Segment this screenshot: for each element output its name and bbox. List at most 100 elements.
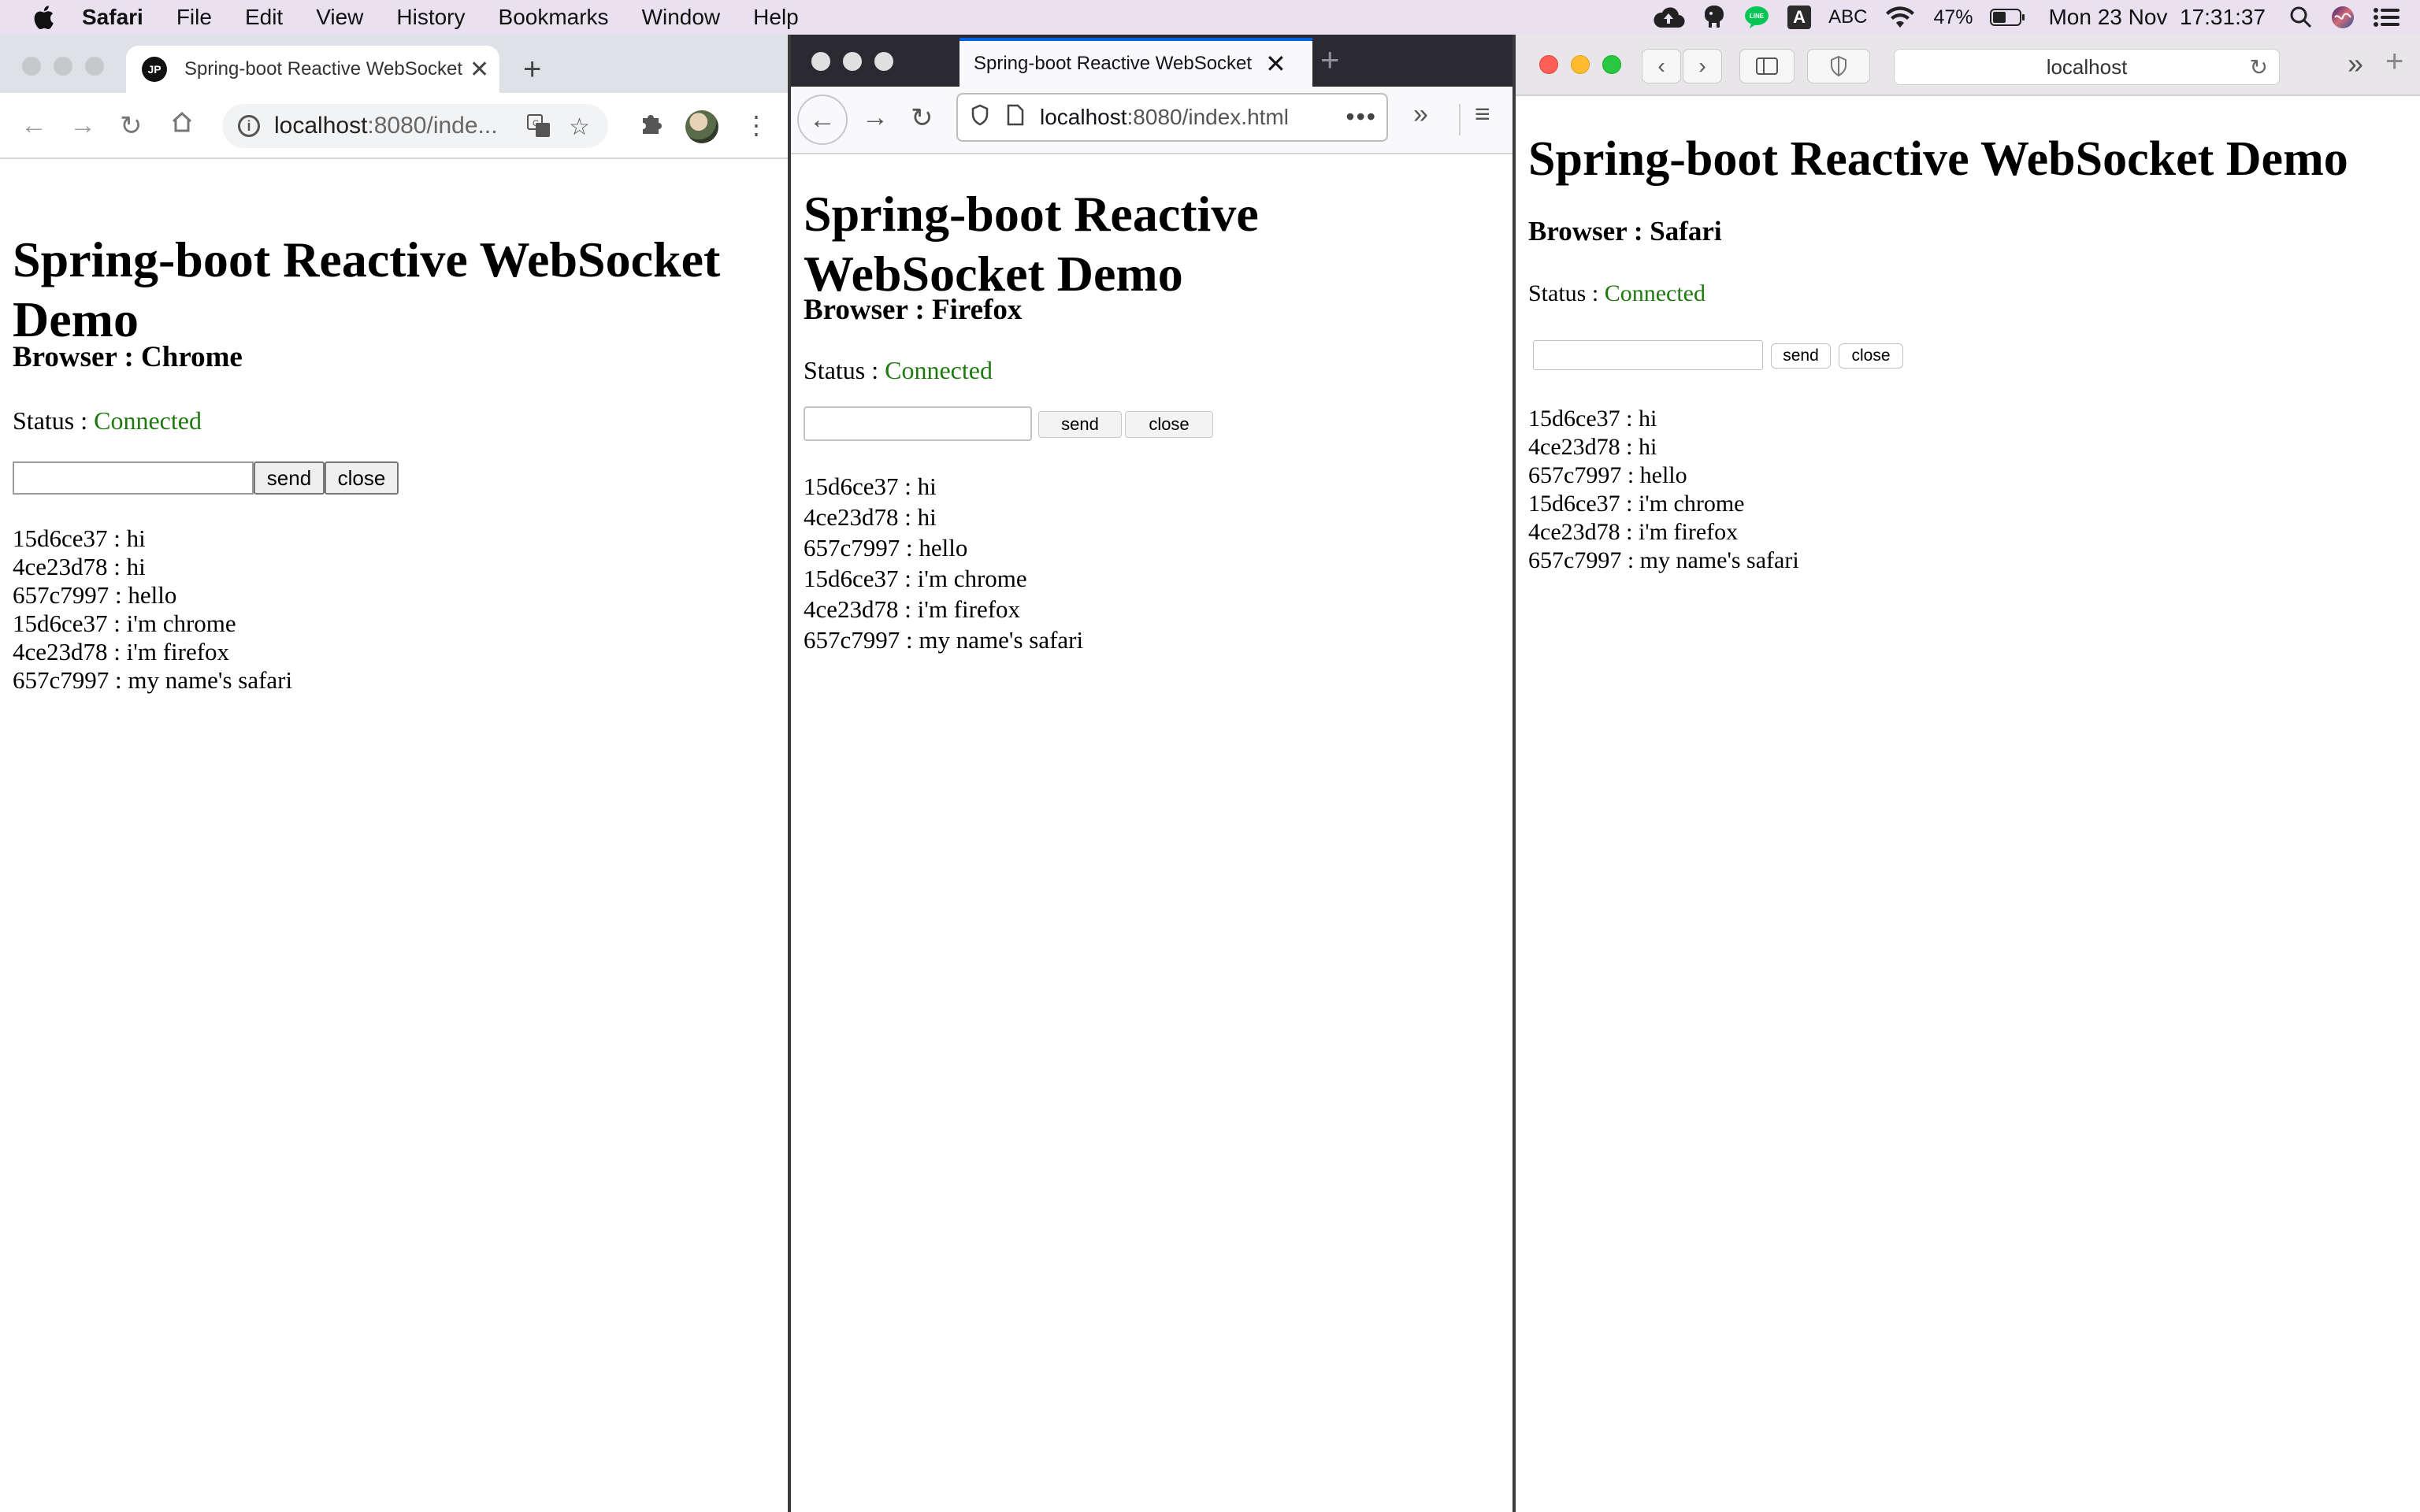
- message-item: 4ce23d78 : hi: [1528, 434, 1657, 460]
- safari-overflow-chevron-icon[interactable]: »: [2348, 47, 2363, 80]
- extensions-puzzle-icon[interactable]: [638, 110, 663, 142]
- safari-back-icon[interactable]: ‹: [1642, 49, 1681, 83]
- firefox-reload-icon[interactable]: ↻: [911, 102, 933, 134]
- chrome-reload-icon[interactable]: ↻: [120, 110, 143, 142]
- menu-file[interactable]: File: [176, 5, 212, 30]
- clock[interactable]: Mon 23 Nov 17:31:37: [2048, 5, 2266, 30]
- send-button[interactable]: send: [254, 461, 325, 495]
- chrome-url-rest: :8080/inde...: [367, 113, 498, 139]
- message-item: 4ce23d78 : hi: [13, 553, 146, 580]
- safari-zoom-window-button[interactable]: [1602, 55, 1621, 74]
- firefox-back-icon[interactable]: ←: [797, 94, 848, 145]
- firefox-overflow-chevron-icon[interactable]: »: [1413, 99, 1428, 130]
- send-button[interactable]: send: [1038, 411, 1122, 438]
- site-info-icon[interactable]: i: [238, 115, 260, 137]
- safari-privacy-shield-icon[interactable]: [1807, 49, 1870, 83]
- safari-minimize-window-button[interactable]: [1571, 55, 1590, 74]
- battery-icon[interactable]: [1990, 8, 2026, 27]
- svg-text:G: G: [533, 119, 540, 128]
- chrome-home-icon[interactable]: [170, 110, 194, 141]
- toolbar-separator: [1459, 104, 1461, 135]
- apple-logo-icon[interactable]: [32, 5, 55, 30]
- message-item: 657c7997 : hello: [13, 581, 177, 609]
- message-item: 15d6ce37 : hi: [804, 472, 937, 500]
- browser-label: Browser : Chrome: [13, 341, 243, 373]
- page-actions-icon[interactable]: •••: [1345, 102, 1377, 132]
- message-item: 15d6ce37 : i'm chrome: [13, 610, 236, 637]
- firefox-zoom-window-button[interactable]: [874, 52, 893, 71]
- input-source-label[interactable]: ABC: [1828, 6, 1867, 28]
- firefox-hamburger-menu-icon[interactable]: ≡: [1475, 99, 1490, 130]
- close-button[interactable]: close: [325, 461, 399, 495]
- chrome-forward-icon[interactable]: →: [69, 110, 96, 141]
- chrome-new-tab-button[interactable]: +: [523, 52, 541, 87]
- safari-window-controls: [1539, 55, 1621, 74]
- chrome-zoom-window-button[interactable]: [85, 57, 104, 76]
- status-value: Connected: [1604, 280, 1706, 306]
- tracking-shield-icon[interactable]: [971, 104, 989, 132]
- message-input[interactable]: [804, 406, 1032, 441]
- wifi-icon[interactable]: [1884, 6, 1916, 29]
- firefox-url-rest: :8080/index.html: [1126, 105, 1289, 129]
- message-list: 15d6ce37 : hi 4ce23d78 : hi 657c7997 : h…: [13, 524, 292, 695]
- chrome-address-bar[interactable]: i localhost:8080/inde... G ☆: [222, 104, 608, 148]
- firefox-close-window-button[interactable]: [811, 52, 830, 71]
- message-input[interactable]: [1533, 340, 1763, 370]
- bookmark-star-icon[interactable]: ☆: [569, 113, 590, 141]
- page-info-icon[interactable]: [1007, 104, 1024, 132]
- firefox-new-tab-button[interactable]: +: [1320, 41, 1340, 79]
- spotlight-search-icon[interactable]: [2289, 6, 2313, 29]
- firefox-active-tab[interactable]: Spring-boot Reactive WebSocket ✕: [959, 38, 1312, 87]
- chrome-minimize-window-button[interactable]: [54, 57, 72, 76]
- message-item: 4ce23d78 : i'm firefox: [804, 595, 1021, 623]
- postgres-elephant-icon[interactable]: [1702, 4, 1726, 31]
- profile-avatar[interactable]: [685, 110, 718, 143]
- menu-edit[interactable]: Edit: [245, 5, 283, 30]
- chrome-toolbar: ← → ↻ i localhost:8080/inde... G ☆ ⋮: [0, 93, 788, 159]
- safari-new-tab-button[interactable]: +: [2385, 44, 2403, 80]
- line-app-icon[interactable]: LINE: [1743, 5, 1770, 30]
- chrome-menu-kebab-icon[interactable]: ⋮: [744, 110, 769, 140]
- safari-url: localhost: [2046, 54, 2128, 79]
- chrome-url-host: localhost: [274, 113, 368, 139]
- chrome-back-icon[interactable]: ←: [20, 110, 47, 141]
- send-button[interactable]: send: [1771, 343, 1831, 369]
- chrome-url: localhost:8080/inde...: [274, 113, 498, 139]
- menu-app-name[interactable]: Safari: [82, 5, 143, 30]
- status-line: Status : Connected: [804, 356, 993, 385]
- message-input[interactable]: [13, 461, 254, 495]
- status-line: Status : Connected: [13, 406, 202, 435]
- siri-icon[interactable]: [2330, 5, 2355, 30]
- macos-menu-bar: Safari File Edit View History Bookmarks …: [0, 0, 2420, 35]
- menu-view[interactable]: View: [316, 5, 363, 30]
- message-item: 657c7997 : my name's safari: [804, 626, 1084, 654]
- control-center-icon[interactable]: [2373, 6, 2401, 28]
- firefox-minimize-window-button[interactable]: [843, 52, 862, 71]
- input-source-a-icon[interactable]: A: [1787, 6, 1812, 29]
- message-list: 15d6ce37 : hi 4ce23d78 : hi 657c7997 : h…: [1528, 405, 1799, 575]
- menu-bookmarks[interactable]: Bookmarks: [499, 5, 609, 30]
- page-title: Spring-boot Reactive WebSocket Demo: [804, 186, 1259, 302]
- cloud-upload-icon[interactable]: [1652, 6, 1685, 29]
- menu-window[interactable]: Window: [642, 5, 721, 30]
- firefox-address-bar[interactable]: localhost:8080/index.html •••: [956, 93, 1388, 142]
- chrome-tab-title: Spring-boot Reactive WebSocket Demo: [184, 58, 463, 80]
- close-button[interactable]: close: [1839, 343, 1903, 369]
- menu-help[interactable]: Help: [753, 5, 799, 30]
- close-button[interactable]: close: [1125, 411, 1213, 438]
- menu-history[interactable]: History: [396, 5, 465, 30]
- safari-address-bar[interactable]: localhost ↻: [1894, 49, 2280, 85]
- safari-toolbar: ‹ › localhost ↻ » +: [1516, 35, 2420, 96]
- chrome-close-window-button[interactable]: [22, 57, 41, 76]
- safari-sidebar-icon[interactable]: [1739, 49, 1795, 83]
- safari-reload-icon[interactable]: ↻: [2250, 54, 2268, 80]
- safari-close-window-button[interactable]: [1539, 55, 1558, 74]
- tab-favicon: JP: [142, 57, 167, 82]
- chrome-tab-close-icon[interactable]: ✕: [470, 56, 489, 83]
- chrome-active-tab[interactable]: JP Spring-boot Reactive WebSocket Demo ✕: [126, 46, 499, 93]
- firefox-tab-close-icon[interactable]: ✕: [1265, 49, 1286, 79]
- firefox-forward-icon[interactable]: →: [862, 102, 889, 133]
- translate-icon[interactable]: G: [526, 113, 551, 145]
- chrome-window: JP Spring-boot Reactive WebSocket Demo ✕…: [0, 35, 788, 1512]
- safari-forward-icon[interactable]: ›: [1683, 49, 1722, 83]
